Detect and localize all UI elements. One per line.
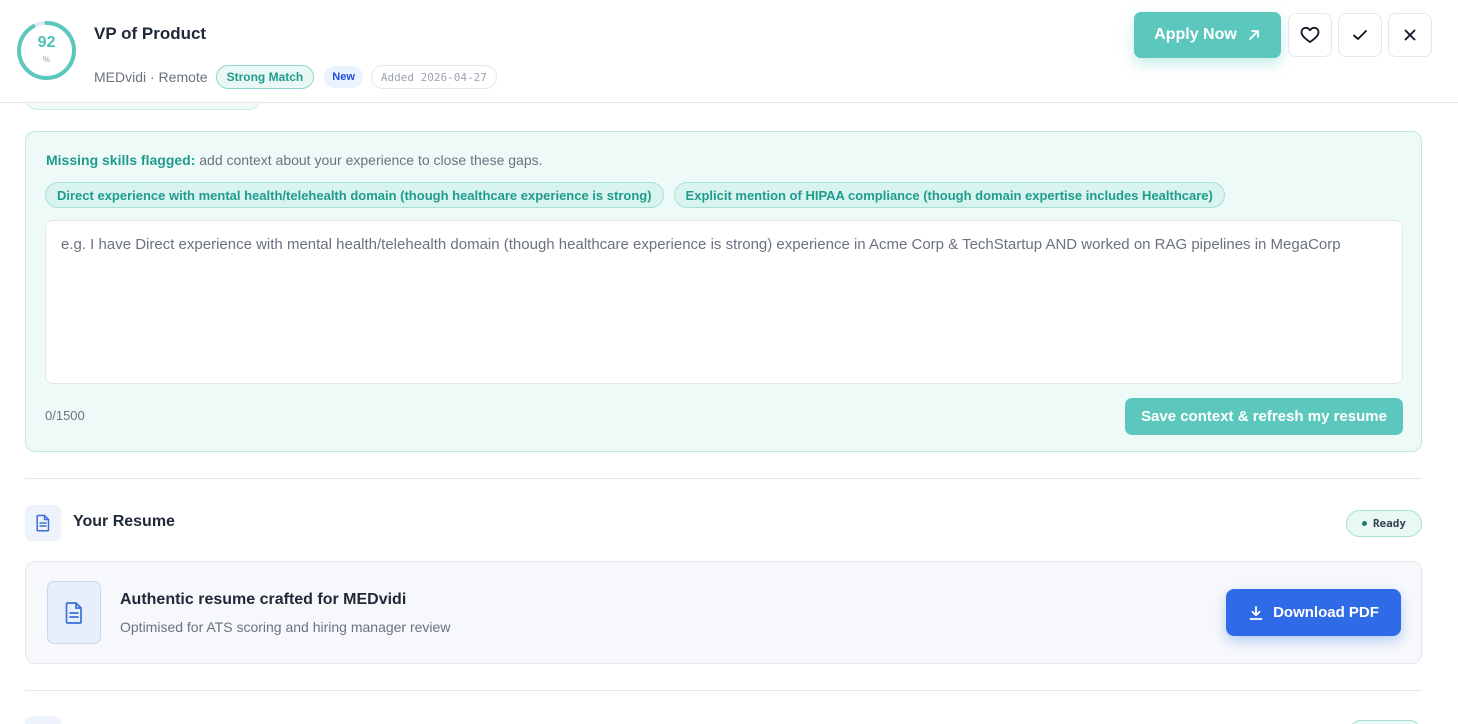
apply-now-button[interactable]: Apply Now	[1134, 12, 1281, 58]
download-icon	[1249, 605, 1263, 620]
external-arrow-icon	[1248, 30, 1259, 40]
job-meta: MEDvidi · Remote Strong Match New Added …	[94, 65, 497, 89]
download-pdf-label: Download PDF	[1273, 604, 1379, 621]
status-dot-icon	[1361, 521, 1367, 526]
resume-section-icon-tile	[25, 505, 61, 541]
match-score-ring: 92 %	[16, 20, 77, 81]
character-counter: 0/1500	[45, 408, 85, 423]
resume-status-badge: Ready	[1346, 510, 1422, 537]
skill-gap-tags: Direct experience with mental health/tel…	[45, 182, 1225, 208]
added-date-badge: Added 2026-04-27	[370, 65, 497, 89]
resume-file-tile	[47, 581, 101, 644]
new-badge: New	[324, 66, 363, 88]
resume-status-text: Ready	[1372, 517, 1407, 530]
resume-card-subtitle: Optimised for ATS scoring and hiring man…	[120, 619, 451, 635]
match-badge: Strong Match	[215, 65, 315, 89]
match-score-value: 92	[37, 34, 56, 51]
skill-gap-tag[interactable]: Explicit mention of HIPAA compliance (th…	[673, 182, 1225, 208]
download-pdf-button[interactable]: Download PDF	[1226, 589, 1401, 636]
experience-context-textarea[interactable]	[45, 220, 1403, 384]
check-icon	[1353, 30, 1367, 40]
mark-applied-button[interactable]	[1338, 13, 1382, 57]
close-icon	[1404, 29, 1416, 41]
save-favorite-button[interactable]	[1288, 13, 1332, 57]
job-title: VP of Product	[94, 24, 207, 43]
match-score-unit: %	[42, 55, 51, 64]
save-context-button[interactable]: Save context & refresh my resume	[1125, 398, 1403, 435]
missing-skills-label: Missing skills flagged:	[46, 152, 196, 168]
document-icon	[65, 601, 82, 624]
missing-skills-panel: Missing skills flagged: add context abou…	[25, 131, 1422, 452]
section-divider	[25, 690, 1422, 691]
missing-skills-intro: Missing skills flagged: add context abou…	[46, 152, 543, 168]
company-location: MEDvidi · Remote	[94, 69, 208, 85]
resume-section-title: Your Resume	[73, 513, 175, 530]
heart-icon	[1300, 26, 1320, 43]
missing-skills-hint: add context about your experience to clo…	[195, 152, 543, 168]
resume-card-title: Authentic resume crafted for MEDvidi	[120, 591, 407, 608]
next-section-icon-tile	[25, 716, 61, 724]
dismiss-button[interactable]	[1388, 13, 1432, 57]
next-section-badge	[1350, 720, 1420, 724]
job-header: 92 % VP of Product MEDvidi · Remote Stro…	[0, 0, 1458, 103]
section-divider	[25, 478, 1422, 479]
resume-card: Authentic resume crafted for MEDvidi Opt…	[25, 561, 1422, 664]
document-icon	[36, 514, 50, 532]
apply-now-label: Apply Now	[1154, 26, 1237, 43]
skill-gap-tag[interactable]: Direct experience with mental health/tel…	[45, 182, 664, 208]
